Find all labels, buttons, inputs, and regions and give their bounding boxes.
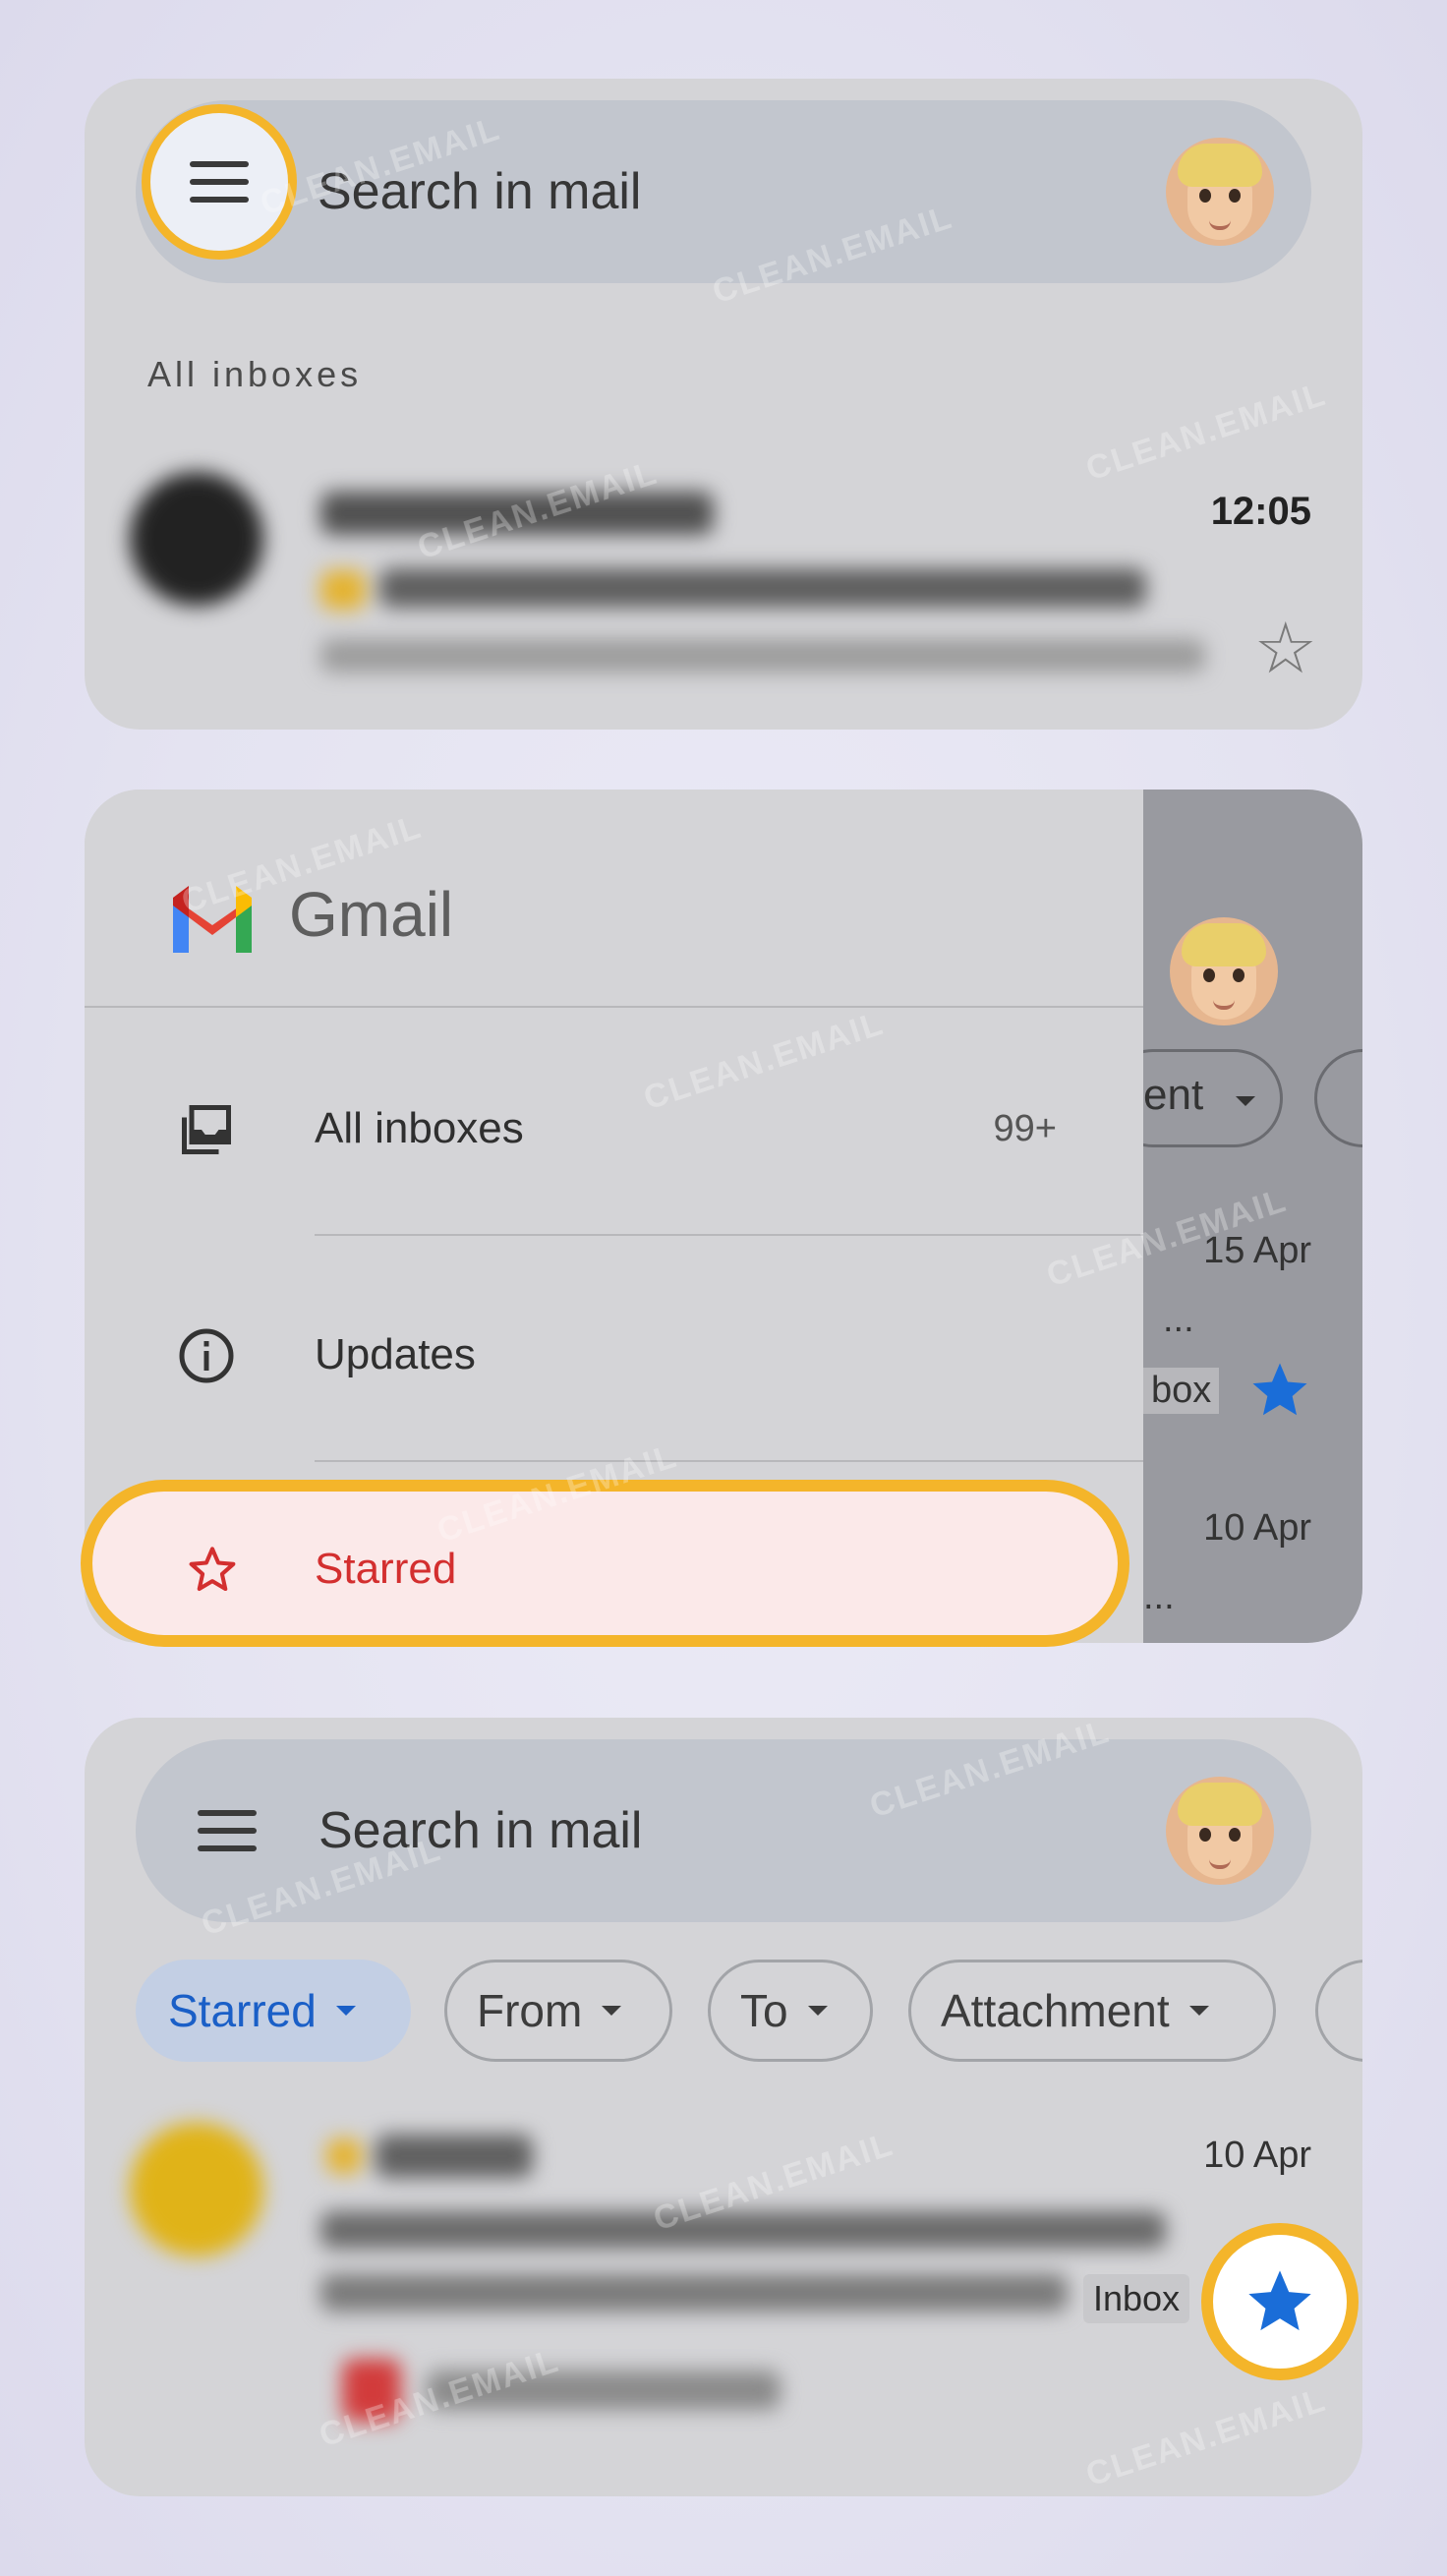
email-date: 10 Apr	[1203, 2135, 1311, 2176]
chip-label: Attachment	[941, 1985, 1170, 2036]
search-placeholder: Search in mail	[318, 1802, 643, 1859]
avatar	[1170, 917, 1278, 1025]
filter-chip-partial: ent	[1143, 1071, 1204, 1119]
section-label: All inboxes	[147, 354, 363, 394]
nav-item-label: All inboxes	[315, 1104, 524, 1152]
filter-chip-starred[interactable]: Starred	[136, 1960, 411, 2062]
chevron-down-icon	[335, 2006, 356, 2016]
gmail-logo-icon	[173, 886, 252, 953]
label-tag-partial: box	[1143, 1368, 1220, 1414]
sender-avatar	[130, 472, 263, 606]
info-icon	[179, 1328, 234, 1383]
nav-item-starred[interactable]: Starred	[81, 1480, 1129, 1647]
inbox-tag: Inbox	[1083, 2274, 1190, 2323]
hamburger-menu-icon	[190, 161, 249, 203]
email-snippet-ellipsis: ...	[1163, 1299, 1194, 1340]
nav-item-label: Updates	[315, 1330, 476, 1378]
chevron-down-icon	[1188, 2006, 1209, 2016]
menu-button[interactable]	[183, 1786, 271, 1875]
app-name: Gmail	[289, 879, 454, 950]
all-inboxes-icon	[182, 1105, 231, 1154]
avatar[interactable]	[1166, 1777, 1274, 1885]
menu-button[interactable]	[142, 104, 297, 260]
avatar[interactable]	[1166, 138, 1274, 246]
unread-count: 99+	[993, 1108, 1057, 1149]
nav-item-label: Starred	[315, 1545, 457, 1593]
star-filled-icon	[1252, 1363, 1307, 1416]
starred-results-panel: Search in mail Starred From To Attachmen…	[85, 1718, 1362, 2496]
email-date: 10 Apr	[1203, 1507, 1311, 1549]
star-toggle-button[interactable]	[1201, 2223, 1359, 2380]
email-snippet-ellipsis: ...	[1143, 1576, 1175, 1617]
inbox-panel: Search in mail All inboxes 12:05 ☆	[85, 79, 1362, 730]
chip-label: To	[740, 1985, 788, 2036]
chevron-down-icon	[602, 2006, 622, 2016]
star-outline-icon	[189, 1547, 236, 1592]
search-bar[interactable]: Search in mail	[136, 100, 1311, 283]
chip-label: Starred	[168, 1985, 317, 2036]
chevron-down-icon	[807, 2006, 828, 2016]
email-time: 12:05	[1210, 490, 1311, 533]
filter-chip-partial[interactable]	[1315, 1960, 1362, 2062]
hamburger-menu-icon	[198, 1810, 257, 1851]
email-date: 15 Apr	[1203, 1230, 1311, 1271]
filter-chip-to[interactable]: To	[708, 1960, 873, 2062]
filter-chip-attachment[interactable]: Attachment	[908, 1960, 1276, 2062]
star-outline-icon[interactable]: ☆	[1253, 614, 1317, 684]
background-inbox: ent 15 Apr ... box 10 Apr ...	[1104, 790, 1362, 1643]
search-bar[interactable]: Search in mail	[136, 1739, 1311, 1922]
search-placeholder: Search in mail	[318, 163, 642, 220]
sender-avatar	[130, 2123, 263, 2256]
chip-label: From	[477, 1985, 583, 2036]
star-filled-icon	[1248, 2270, 1311, 2331]
filter-chip-from[interactable]: From	[444, 1960, 672, 2062]
